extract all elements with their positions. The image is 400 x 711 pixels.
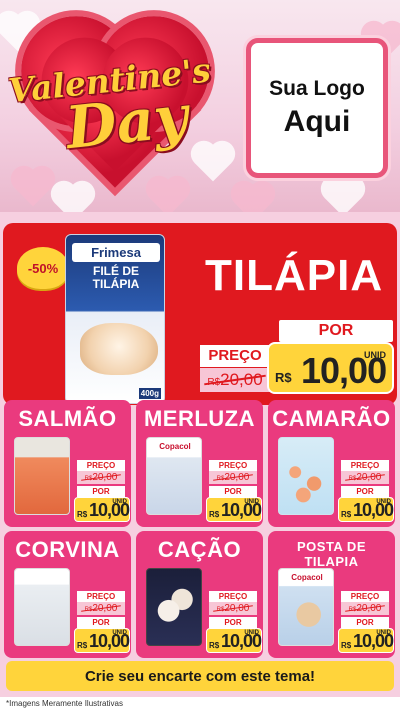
preco-label: PREÇO bbox=[209, 591, 257, 602]
product-card-merluza[interactable]: MERLUZA Copacol PREÇO R$20,00 POR R$10,0… bbox=[136, 400, 263, 527]
por-label: POR bbox=[341, 486, 389, 497]
new-currency: R$ bbox=[341, 510, 352, 519]
card-title: POSTA DE TILAPIA bbox=[296, 539, 366, 569]
pack-brand: Frimesa bbox=[72, 243, 160, 262]
heart-decoration bbox=[324, 179, 362, 212]
card-title: MERLUZA bbox=[143, 406, 256, 431]
product-card-camarao[interactable]: CAMARÃO PREÇO R$20,00 POR R$10,00UNID bbox=[268, 400, 395, 527]
new-price-tag: R$ 10,00 UNID bbox=[74, 628, 130, 653]
heart-decoration bbox=[14, 169, 52, 207]
disclaimer-footer: *Imagens Meramente Ilustrativas bbox=[0, 697, 400, 711]
new-price-tag: R$ 10,00 UNID bbox=[267, 342, 394, 394]
pack-weight: 400g bbox=[138, 388, 161, 399]
por-label: POR bbox=[279, 320, 393, 342]
posta-tilapia-package-image: Copacol bbox=[278, 568, 334, 646]
heart-decoration bbox=[149, 179, 187, 212]
card-title: CORVINA bbox=[15, 537, 120, 562]
por-label: POR bbox=[209, 486, 257, 497]
old-price: R$20,00 bbox=[77, 602, 125, 615]
new-currency: R$ bbox=[341, 641, 352, 650]
logo-placeholder[interactable]: Sua Logo Aqui bbox=[246, 38, 388, 178]
new-currency: R$ bbox=[77, 641, 88, 650]
discount-badge: -50% bbox=[17, 247, 69, 289]
pack-brand: Copacol bbox=[282, 572, 332, 583]
unit-label: UNID bbox=[244, 630, 259, 636]
card-title: SALMÃO bbox=[18, 406, 117, 431]
old-price: R$20,00 bbox=[341, 471, 389, 484]
unit-label: UNID bbox=[376, 630, 391, 636]
cacao-package-image bbox=[146, 568, 202, 646]
por-label: POR bbox=[77, 617, 125, 628]
preco-label: PREÇO bbox=[200, 345, 270, 367]
new-price-tag: R$ 10,00 UNID bbox=[338, 628, 394, 653]
por-label: POR bbox=[209, 617, 257, 628]
new-price-tag: R$ 10,00 UNID bbox=[74, 497, 130, 522]
offers-area: -50% Frimesa FILÉ DE TILÁPIA 400g TILÁPI… bbox=[0, 212, 400, 697]
hero-product-name: TILÁPIA bbox=[205, 251, 384, 300]
day-title: Day bbox=[62, 81, 191, 163]
fillet-icon bbox=[80, 323, 158, 375]
logo-text-line1: Sua Logo bbox=[269, 77, 365, 100]
product-card-corvina[interactable]: CORVINA PREÇO R$20,00 POR R$10,00UNID bbox=[4, 531, 131, 658]
new-currency: R$ bbox=[275, 370, 292, 385]
preco-label: PREÇO bbox=[77, 460, 125, 471]
pack-brand: Copacol bbox=[150, 441, 200, 452]
por-label: POR bbox=[341, 617, 389, 628]
logo-text-line2: Aqui bbox=[283, 105, 351, 138]
new-price-tag: R$ 10,00 UNID bbox=[206, 497, 262, 522]
new-currency: R$ bbox=[77, 510, 88, 519]
heart-decoration bbox=[54, 184, 92, 212]
unit-label: UNID bbox=[364, 350, 386, 360]
old-price: R$20,00 bbox=[341, 602, 389, 615]
product-card-salmao[interactable]: SALMÃO PREÇO R$20,00 POR R$10,00UNID bbox=[4, 400, 131, 527]
header-banner: Valentine's Day Sua Logo Aqui bbox=[0, 0, 400, 212]
preco-label: PREÇO bbox=[209, 460, 257, 471]
new-price-tag: R$ 10,00 UNID bbox=[338, 497, 394, 522]
unit-label: UNID bbox=[112, 630, 127, 636]
create-flyer-button[interactable]: Crie seu encarte com este tema! bbox=[6, 661, 394, 691]
old-price: R$20,00 bbox=[209, 602, 257, 615]
card-title: CAÇÃO bbox=[157, 537, 242, 562]
merluza-package-image: Copacol bbox=[146, 437, 202, 515]
por-label: POR bbox=[77, 486, 125, 497]
unit-label: UNID bbox=[112, 499, 127, 505]
product-card-cacao[interactable]: CAÇÃO PREÇO R$20,00 POR R$10,00UNID bbox=[136, 531, 263, 658]
product-card-posta-tilapia[interactable]: POSTA DE TILAPIA Copacol PREÇO R$20,00 P… bbox=[268, 531, 395, 658]
new-currency: R$ bbox=[209, 641, 220, 650]
salmon-package-image bbox=[14, 437, 70, 515]
card-title: CAMARÃO bbox=[272, 406, 391, 431]
new-currency: R$ bbox=[209, 510, 220, 519]
hero-offer[interactable]: -50% Frimesa FILÉ DE TILÁPIA 400g TILÁPI… bbox=[3, 223, 397, 405]
preco-label: PREÇO bbox=[341, 591, 389, 602]
shrimp-package-image bbox=[278, 437, 334, 515]
unit-label: UNID bbox=[244, 499, 259, 505]
old-price: R$20,00 bbox=[77, 471, 125, 484]
corvina-package-image bbox=[14, 568, 70, 646]
heart-decoration bbox=[234, 184, 272, 212]
preco-label: PREÇO bbox=[77, 591, 125, 602]
pack-name: FILÉ DE TILÁPIA bbox=[92, 264, 140, 291]
old-price: R$20,00 bbox=[209, 471, 257, 484]
heart-decoration bbox=[194, 144, 232, 182]
new-price-tag: R$ 10,00 UNID bbox=[206, 628, 262, 653]
tilapia-package-image: Frimesa FILÉ DE TILÁPIA 400g bbox=[65, 234, 165, 404]
old-price: R$20,00 bbox=[200, 368, 270, 392]
unit-label: UNID bbox=[376, 499, 391, 505]
preco-label: PREÇO bbox=[341, 460, 389, 471]
